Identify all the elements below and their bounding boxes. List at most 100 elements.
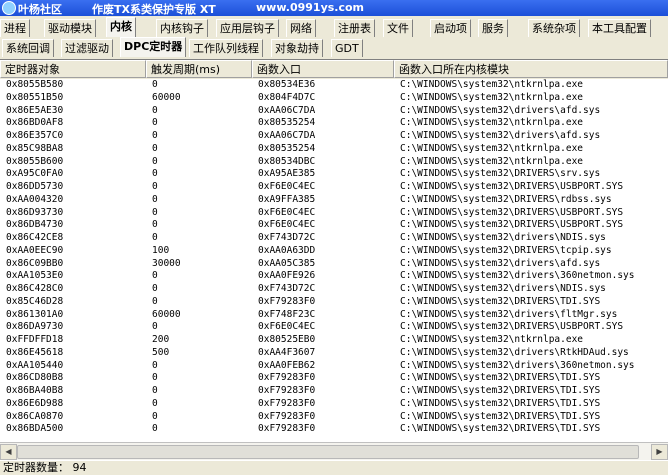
table-cell: 0xF79283F0 (258, 410, 316, 422)
tab-files[interactable]: 文件 (383, 19, 413, 37)
list-body: 0x8055B580 0 0x80534E36 C:\WINDOWS\system32… (0, 79, 668, 436)
timer-count-label: 定时器数量： (3, 461, 69, 474)
scroll-left-arrow-icon[interactable]: ◀ (0, 444, 17, 460)
table-cell: 0 (152, 181, 158, 192)
table-row[interactable]: 0xFFDFFD18 200 0x80525EB0 C:\WINDOWS\system… (0, 334, 668, 347)
table-row[interactable]: 0x86D93730 0 0xF6E0C4EC C:\WINDOWS\system32… (0, 207, 668, 220)
table-cell: 0 (152, 193, 158, 205)
table-row[interactable]: 0x8055B580 0 0x80534E36 C:\WINDOWS\system32… (0, 79, 668, 92)
table-row[interactable]: 0x86C42CE8 0 0xF743D72C C:\WINDOWS\system32… (0, 232, 668, 245)
table-row[interactable]: 0x861301A0 60000 0xF748F23C C:\WINDOWS\syst… (0, 309, 668, 322)
table-cell: 0x80525EB0 (258, 334, 316, 345)
table-cell: 0x86CD80B8 (6, 372, 64, 384)
table-row[interactable]: 0x86CD80B8 0 0xF79283F0 C:\WINDOWS\system32… (0, 372, 668, 385)
column-header-entry[interactable]: 函数入口 (252, 60, 394, 78)
table-row[interactable]: 0x86CA0870 0 0xF79283F0 C:\WINDOWS\system32… (0, 411, 668, 424)
table-cell: 0 (152, 130, 158, 141)
tab-services[interactable]: 服务 (478, 19, 508, 37)
table-row[interactable]: 0x85C46D28 0 0xF79283F0 C:\WINDOWS\system32… (0, 296, 668, 309)
table-cell: C:\WINDOWS\system32\DRIVERS\tcpip.sys (400, 244, 612, 256)
table-row[interactable]: 0xAA0EEC90 100 0xAA0A63DD C:\WINDOWS\system… (0, 245, 668, 258)
table-cell: 0 (152, 410, 158, 422)
table-cell: C:\WINDOWS\system32\DRIVERS\TDI.SYS (400, 295, 601, 307)
tab-kernel-hooks[interactable]: 内核钩子 (156, 19, 208, 37)
table-row[interactable]: 0x86E5AE30 0 0xAA06C7DA C:\WINDOWS\system32… (0, 105, 668, 118)
table-cell: 0x86E45618 (6, 346, 64, 358)
tab-filter-drivers[interactable]: 过滤驱动 (61, 39, 113, 57)
tab-registry[interactable]: 注册表 (334, 19, 375, 37)
table-cell: 0 (152, 142, 158, 154)
table-cell: 0xF79283F0 (258, 295, 316, 307)
table-row[interactable]: 0x86DA9730 0 0xF6E0C4EC C:\WINDOWS\system32… (0, 321, 668, 334)
table-row[interactable]: 0xA95C0FA0 0 0xA95AE385 C:\WINDOWS\system32… (0, 168, 668, 181)
tab-process[interactable]: 进程 (0, 19, 30, 37)
table-cell: 0 (152, 295, 158, 307)
table-cell: 0xF6E0C4EC (258, 206, 316, 218)
table-cell: 0 (152, 270, 158, 282)
tab-system-callbacks[interactable]: 系统回调 (2, 39, 54, 57)
table-row[interactable]: 0xAA105440 0 0xAA0FEB62 C:\WINDOWS\system32… (0, 360, 668, 373)
tab-startup[interactable]: 启动项 (430, 19, 471, 37)
table-cell: 0x86E357C0 (6, 130, 64, 141)
table-cell: 0xAA0FE926 (258, 270, 316, 282)
table-cell: 0xAA4F3607 (258, 346, 316, 358)
table-cell: 0 (152, 423, 158, 435)
table-cell: 0x86CA0870 (6, 410, 64, 422)
tab-network[interactable]: 网络 (286, 19, 316, 37)
table-row[interactable]: 0x86E45618 500 0xAA4F3607 C:\WINDOWS\system… (0, 347, 668, 360)
table-row[interactable]: 0x86DB4730 0 0xF6E0C4EC C:\WINDOWS\system32… (0, 219, 668, 232)
table-row[interactable]: 0x85C98BA8 0 0x80535254 C:\WINDOWS\system32… (0, 143, 668, 156)
table-row[interactable]: 0x86BA40B8 0 0xF79283F0 C:\WINDOWS\system32… (0, 385, 668, 398)
column-header-module[interactable]: 函数入口所在内核模块 (394, 60, 668, 78)
table-row[interactable]: 0x86C428C0 0 0xF743D72C C:\WINDOWS\system32… (0, 283, 668, 296)
tab-gdt[interactable]: GDT (331, 39, 363, 57)
table-row[interactable]: 0x86BD0AF8 0 0x80535254 C:\WINDOWS\system32… (0, 117, 668, 130)
table-row[interactable]: 0x8055B600 0 0x80534DBC C:\WINDOWS\system32… (0, 156, 668, 169)
table-cell: 0xF743D72C (258, 283, 316, 294)
table-cell: 0xF748F23C (258, 308, 316, 320)
table-row[interactable]: 0xAA004320 0 0xA9FFA385 C:\WINDOWS\system32… (0, 194, 668, 207)
table-row[interactable]: 0xAA1053E0 0 0xAA0FE926 C:\WINDOWS\system32… (0, 270, 668, 283)
title-bar: 叶杨社区 作废TX系类保护专版 XT www.0991ys.com (0, 0, 668, 16)
table-row[interactable]: 0x86C09BB0 30000 0xAA05C385 C:\WINDOWS\syst… (0, 258, 668, 271)
site-name: 叶杨社区 (18, 3, 62, 16)
table-row[interactable]: 0x86BDA500 0 0xF79283F0 C:\WINDOWS\system32… (0, 423, 668, 436)
tab-dpc-timer[interactable]: DPC定时器 (120, 37, 187, 57)
horizontal-scrollbar[interactable]: ◀ ▶ (0, 442, 668, 460)
table-cell: 0 (152, 104, 158, 116)
table-row[interactable]: 0x86E357C0 0 0xAA06C7DA C:\WINDOWS\system32… (0, 130, 668, 143)
table-cell: C:\WINDOWS\system32\DRIVERS\TDI.SYS (400, 397, 601, 409)
tab-driver-modules[interactable]: 驱动模块 (44, 19, 96, 37)
table-cell: C:\WINDOWS\system32\drivers\afd.sys (400, 104, 601, 116)
table-cell: 0xF6E0C4EC (258, 321, 316, 333)
table-row[interactable]: 0x86E6D988 0 0xF79283F0 C:\WINDOWS\system32… (0, 398, 668, 411)
table-cell: 0x8055B580 (6, 79, 64, 90)
table-cell: 0xF743D72C (258, 232, 316, 243)
tab-work-queue-threads[interactable]: 工作队列线程 (189, 39, 263, 57)
table-cell: C:\WINDOWS\system32\ntkrnlpa.exe (400, 334, 584, 345)
table-cell: 0x86BA40B8 (6, 385, 64, 396)
tab-system-misc[interactable]: 系统杂项 (528, 19, 580, 37)
table-cell: C:\WINDOWS\system32\ntkrnlpa.exe (400, 142, 584, 154)
table-cell: 60000 (152, 308, 181, 320)
column-header-timer-object[interactable]: 定时器对象 (0, 60, 146, 78)
table-cell: C:\WINDOWS\system32\ntkrnlpa.exe (400, 155, 584, 167)
tab-object-hijack[interactable]: 对象劫持 (271, 39, 323, 57)
table-cell: C:\WINDOWS\system32\DRIVERS\TDI.SYS (400, 423, 601, 435)
table-cell: 0x86DA9730 (6, 321, 64, 333)
table-row[interactable]: 0x80551B50 60000 0x804F4D7C C:\WINDOWS\syst… (0, 92, 668, 105)
table-cell: 0x80535254 (258, 117, 316, 129)
scroll-right-arrow-icon[interactable]: ▶ (651, 444, 668, 460)
scroll-thumb[interactable] (17, 445, 639, 459)
timer-list-view[interactable]: 定时器对象 触发周期(ms) 函数入口 函数入口所在内核模块 0x8055B58… (0, 59, 668, 443)
table-cell: 100 (152, 244, 170, 256)
table-cell: C:\WINDOWS\system32\DRIVERS\USBPORT.SYS (400, 206, 624, 218)
table-cell: 0x80535254 (258, 142, 316, 154)
tab-tool-config[interactable]: 本工具配置 (588, 19, 651, 37)
tab-app-hooks[interactable]: 应用层钩子 (216, 19, 279, 37)
table-cell: C:\WINDOWS\system32\DRIVERS\TDI.SYS (400, 372, 601, 384)
table-cell: 0x86BD0AF8 (6, 117, 64, 129)
table-row[interactable]: 0x86DD5730 0 0xF6E0C4EC C:\WINDOWS\system32… (0, 181, 668, 194)
column-header-period[interactable]: 触发周期(ms) (146, 60, 252, 78)
tab-kernel[interactable]: 内核 (106, 17, 136, 37)
